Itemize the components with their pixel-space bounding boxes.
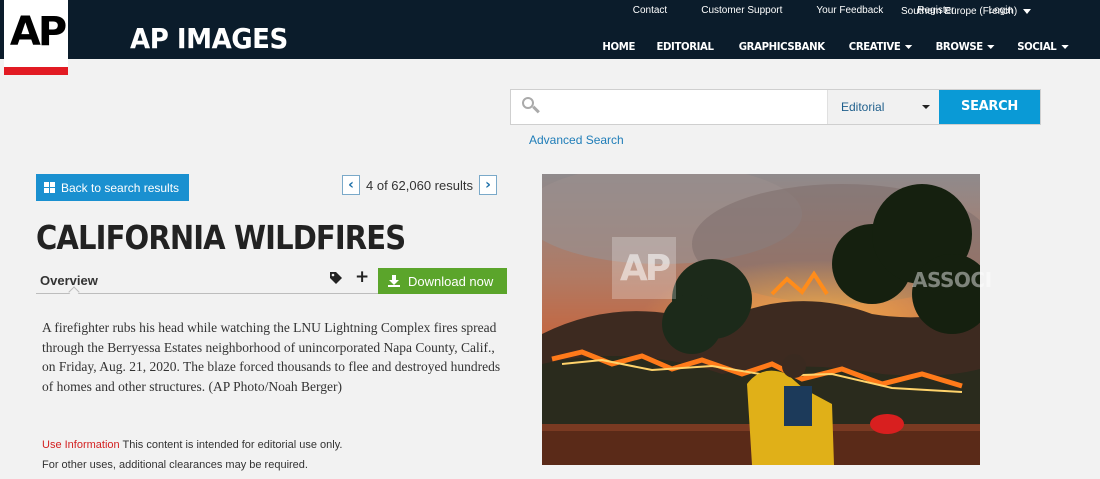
nav-graphicsbank[interactable]: GRAPHICSBANK xyxy=(730,40,832,53)
nav-editorial[interactable]: EDITORIAL xyxy=(649,40,723,53)
use-information-note: For other uses, additional clearances ma… xyxy=(42,459,308,471)
advanced-search-link[interactable]: Advanced Search xyxy=(529,133,624,147)
result-pager: ‹ 4 of 62,060 results › xyxy=(342,175,497,195)
chevron-down-icon xyxy=(1023,8,1032,14)
search-bar: Editorial SEARCH xyxy=(510,89,1041,125)
customer-support-link[interactable]: Customer Support xyxy=(684,5,799,16)
back-to-results-button[interactable]: Back to search results xyxy=(36,174,189,201)
logo-text: AP xyxy=(9,9,67,55)
site-name[interactable]: AP IMAGES xyxy=(130,22,288,55)
watermark-logo: AP xyxy=(612,237,676,299)
main-nav: HOME EDITORIAL GRAPHICSBANK CREATIVE BRO… xyxy=(592,40,1080,53)
contact-link[interactable]: Contact xyxy=(616,5,684,16)
search-scope-select[interactable]: Editorial xyxy=(827,90,939,124)
use-information-text: This content is intended for editorial u… xyxy=(119,439,343,451)
nav-social[interactable]: SOCIAL xyxy=(1009,40,1077,53)
page-title: CALIFORNIA WILDFIRES xyxy=(36,218,406,257)
chevron-down-icon xyxy=(922,105,930,109)
nav-browse[interactable]: BROWSE xyxy=(927,40,1003,53)
plus-icon[interactable]: + xyxy=(355,267,369,287)
region-label: Southern Europe (French) xyxy=(901,6,1018,17)
search-input[interactable] xyxy=(547,90,827,124)
download-button[interactable]: Download now xyxy=(378,268,507,294)
nav-home[interactable]: HOME xyxy=(594,40,643,53)
use-information: Use Information This content is intended… xyxy=(42,435,342,475)
your-feedback-link[interactable]: Your Feedback xyxy=(799,5,900,16)
search-scope-value: Editorial xyxy=(841,100,885,114)
result-position: 4 of 62,060 results xyxy=(366,177,473,193)
site-header: Contact Customer Support Your Feedback R… xyxy=(0,0,1100,59)
next-result-button[interactable]: › xyxy=(478,175,497,195)
search-button[interactable]: SEARCH xyxy=(939,90,1040,124)
photo[interactable] xyxy=(542,174,980,465)
photo-caption: A firefighter rubs his head while watchi… xyxy=(42,320,501,394)
tag-icon[interactable] xyxy=(329,271,343,285)
watermark-text: ASSOCI xyxy=(912,268,992,292)
back-button-label: Back to search results xyxy=(61,180,180,195)
tab-overview[interactable]: Overview xyxy=(40,273,98,288)
previous-result-button[interactable]: ‹ xyxy=(342,175,360,195)
download-icon xyxy=(388,275,400,287)
chevron-down-icon xyxy=(1061,45,1069,49)
chevron-down-icon xyxy=(904,45,913,49)
nav-creative[interactable]: CREATIVE xyxy=(840,40,920,53)
use-information-link[interactable]: Use Information xyxy=(42,439,120,451)
download-label: Download now xyxy=(408,273,494,289)
tab-indicator xyxy=(68,286,80,298)
ap-logo[interactable]: AP xyxy=(4,0,68,75)
region-selector[interactable]: Southern Europe (French) xyxy=(901,6,1032,17)
search-icon xyxy=(511,90,547,124)
wildfire-photo xyxy=(542,174,980,465)
logo-red-bar xyxy=(4,67,68,75)
grid-icon xyxy=(44,182,55,193)
chevron-down-icon xyxy=(987,45,995,49)
detail-tabs: Overview + Download now xyxy=(36,267,507,298)
